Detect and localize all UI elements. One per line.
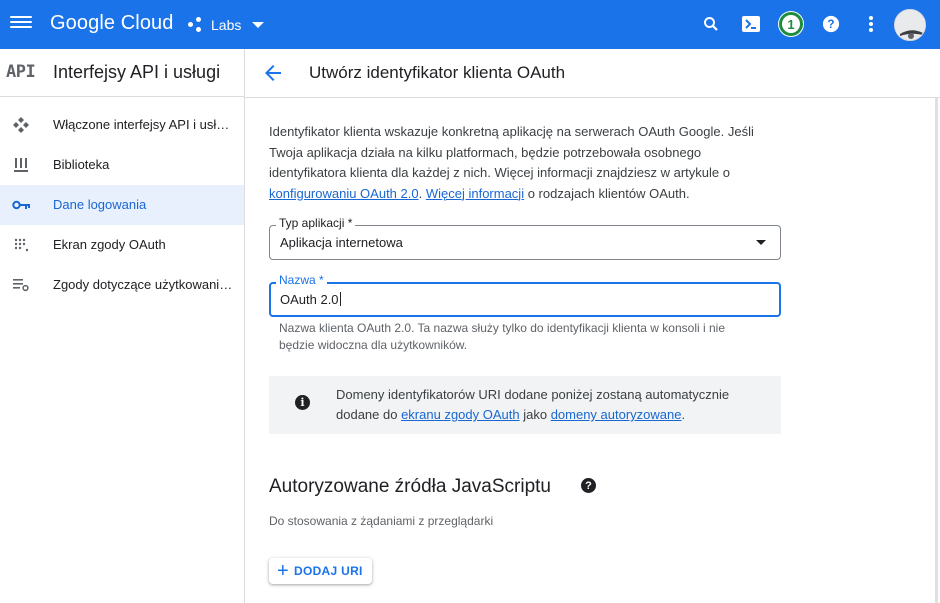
info-text-part: jako <box>519 407 551 422</box>
app-type-label: Typ aplikacji * <box>276 216 356 230</box>
authorized-domains-link[interactable]: domeny autoryzowane <box>551 407 682 422</box>
plus-icon: + <box>277 560 289 582</box>
name-field[interactable]: Nazwa * OAuth 2.0 <box>269 273 781 317</box>
top-app-bar: Google Cloud Labs 1 ? <box>0 0 940 49</box>
learn-more-link[interactable]: Więcej informacji <box>426 186 524 201</box>
info-banner: i Domeny identyfikatorów URI dodane poni… <box>269 376 781 434</box>
google-cloud-logo[interactable]: Google Cloud <box>50 12 174 35</box>
js-origins-subtitle: Do stosowania z żądaniami z przeglądarki <box>269 514 494 528</box>
enabled-apis-icon <box>12 117 30 133</box>
project-selector[interactable]: Labs <box>188 10 265 40</box>
name-input-value[interactable]: OAuth 2.0 <box>280 292 341 307</box>
avatar[interactable] <box>894 9 926 41</box>
api-logo-icon: API <box>6 62 36 82</box>
js-origins-title: Autoryzowane źródła JavaScriptu <box>269 476 551 497</box>
sidebar-item-credentials[interactable]: Dane logowania <box>0 185 244 225</box>
sidebar-item-oauth-consent[interactable]: Ekran zgody OAuth <box>0 225 244 265</box>
library-icon <box>12 157 30 173</box>
sidebar: API Interfejsy API i usługi Włączone int… <box>0 49 245 603</box>
scrollbar[interactable] <box>935 98 938 603</box>
info-icon: i <box>295 395 310 410</box>
sidebar-item-library[interactable]: Biblioteka <box>0 145 244 185</box>
name-hint: Nazwa klienta OAuth 2.0. Ta nazwa służy … <box>279 321 725 352</box>
text-cursor <box>339 292 341 306</box>
chevron-down-icon <box>252 22 265 28</box>
back-arrow-icon[interactable] <box>261 61 285 85</box>
consent-screen-icon <box>12 237 30 253</box>
notification-badge[interactable]: 1 <box>779 12 803 36</box>
sidebar-item-label: Zgody dotyczące użytkowania stron <box>53 277 233 292</box>
intro-text: Identyfikator klienta wskazuje konkretną… <box>269 122 759 204</box>
sidebar-item-label: Biblioteka <box>53 157 110 172</box>
key-icon <box>12 197 30 213</box>
sidebar-item-label: Dane logowania <box>53 197 147 212</box>
sidebar-title: Interfejsy API i usługi <box>53 62 221 82</box>
sidebar-item-enabled-apis[interactable]: Włączone interfejsy API i usługi <box>0 105 244 145</box>
app-type-value: Aplikacja internetowa <box>280 235 403 250</box>
sidebar-item-page-usage[interactable]: Zgody dotyczące użytkowania stron <box>0 265 244 305</box>
dropdown-arrow-icon <box>756 240 766 245</box>
sidebar-item-label: Włączone interfejsy API i usługi <box>53 117 233 132</box>
sidebar-item-label: Ekran zgody OAuth <box>53 237 166 252</box>
page-title: Utwórz identyfikator klienta OAuth <box>309 63 566 82</box>
page-usage-icon <box>12 277 30 293</box>
consent-screen-link[interactable]: ekranu zgody OAuth <box>401 407 520 422</box>
intro-text-part: . <box>418 185 426 201</box>
info-text: Domeny identyfikatorów URI dodane poniże… <box>336 385 756 425</box>
app-type-select[interactable]: Typ aplikacji * Aplikacja internetowa <box>269 216 781 260</box>
intro-text-part: o rodzajach klientów OAuth. <box>524 185 690 201</box>
more-vert-icon[interactable] <box>859 12 883 36</box>
add-uri-button[interactable]: + DODAJ URI <box>269 558 372 584</box>
project-hub-icon <box>188 17 204 33</box>
intro-text-part: Identyfikator klienta wskazuje konkretną… <box>269 124 754 180</box>
page-header: Utwórz identyfikator klienta OAuth <box>245 49 940 98</box>
search-icon[interactable] <box>699 12 723 36</box>
project-name: Labs <box>211 17 242 33</box>
oauth-config-link[interactable]: konfigurowaniu OAuth 2.0 <box>269 186 419 201</box>
main-content: Identyfikator klienta wskazuje konkretną… <box>245 98 935 603</box>
sidebar-header: API Interfejsy API i usługi <box>0 49 244 97</box>
help-icon[interactable]: ? <box>819 12 843 36</box>
name-label: Nazwa * <box>276 273 327 287</box>
add-uri-label: DODAJ URI <box>293 564 363 578</box>
cloud-shell-icon[interactable] <box>739 12 763 36</box>
name-value-text: OAuth 2.0 <box>280 292 339 307</box>
menu-icon[interactable] <box>10 13 32 35</box>
svg-text:?: ? <box>827 18 834 31</box>
help-icon[interactable]: ? <box>581 478 596 493</box>
info-text-part: . <box>681 407 686 422</box>
